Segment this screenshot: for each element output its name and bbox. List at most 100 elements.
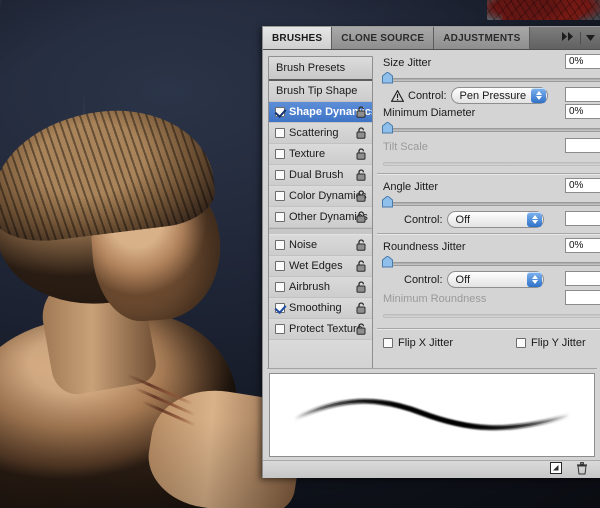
checkbox-other-dynamics[interactable] — [275, 212, 285, 222]
sidebar-item-airbrush[interactable]: Airbrush — [269, 277, 372, 298]
slider-track-disabled — [383, 314, 600, 318]
checkbox-wet-edges[interactable] — [275, 261, 285, 271]
sidebar-item-wet-edges[interactable]: Wet Edges — [269, 256, 372, 277]
roundness-control-field[interactable] — [565, 271, 600, 286]
open-padlock-icon[interactable] — [356, 169, 367, 181]
roundness-jitter-value[interactable]: 0% — [565, 238, 600, 253]
stepper-arrows-icon[interactable] — [526, 272, 542, 287]
size-control-field[interactable] — [565, 87, 600, 102]
checkbox-smoothing[interactable] — [275, 303, 285, 313]
checkbox-flip-x-jitter[interactable] — [383, 338, 393, 348]
minimum-roundness-label: Minimum Roundness — [383, 293, 487, 305]
open-padlock-icon[interactable] — [356, 148, 367, 160]
open-padlock-icon[interactable] — [356, 260, 367, 272]
panel-menu-icon[interactable] — [586, 33, 595, 44]
minimum-roundness-slider — [383, 308, 600, 321]
angle-jitter-value[interactable]: 0% — [565, 178, 600, 193]
size-jitter-control: Size Jitter 0% — [382, 54, 600, 85]
roundness-control-label: Control: — [404, 273, 443, 286]
section-divider — [377, 233, 600, 235]
angle-jitter-slider[interactable] — [382, 195, 600, 209]
slider-handle[interactable] — [382, 255, 393, 268]
checkbox-scattering[interactable] — [275, 128, 285, 138]
open-padlock-icon[interactable] — [356, 281, 367, 293]
minimum-diameter-value[interactable]: 0% — [565, 104, 600, 119]
roundness-control-value: Off — [455, 273, 471, 286]
section-divider — [377, 328, 600, 330]
stepper-arrows-icon[interactable] — [530, 88, 546, 103]
tilt-scale-value — [565, 138, 600, 153]
slider-handle[interactable] — [382, 195, 393, 208]
slider-track — [383, 202, 600, 206]
sidebar-item-scattering[interactable]: Scattering — [269, 123, 372, 144]
open-padlock-icon[interactable] — [356, 239, 367, 251]
brush-presets-label: Brush Presets — [276, 62, 346, 74]
sidebar-item-protect-texture[interactable]: Protect Texture — [269, 319, 372, 340]
slider-track — [383, 128, 600, 132]
size-jitter-value[interactable]: 0% — [565, 54, 600, 69]
checkbox-shape-dynamics[interactable] — [275, 107, 285, 117]
open-padlock-icon[interactable] — [356, 323, 367, 335]
sidebar-item-shape-dynamics[interactable]: Shape Dynamics — [269, 102, 372, 123]
open-padlock-icon[interactable] — [356, 106, 367, 118]
open-padlock-icon[interactable] — [356, 302, 367, 314]
size-jitter-slider[interactable] — [382, 71, 600, 85]
open-padlock-icon[interactable] — [356, 127, 367, 139]
slider-handle[interactable] — [382, 121, 393, 134]
checkbox-flip-y-jitter[interactable] — [516, 338, 527, 348]
warning-triangle-icon — [390, 89, 405, 102]
airbrush-label: Airbrush — [289, 281, 330, 293]
panel-tab-tools — [556, 27, 600, 49]
roundness-jitter-slider[interactable] — [382, 255, 600, 269]
flip-y-jitter-option[interactable]: Flip Y Jitter — [516, 337, 586, 349]
list-group-divider — [269, 228, 372, 235]
dual-brush-label: Dual Brush — [289, 169, 344, 181]
size-control-value: Pen Pressure — [459, 89, 527, 102]
brush-options-list: Brush Presets Brush Tip Shape Shape Dyna… — [268, 56, 373, 379]
preview-top-divider — [267, 368, 597, 369]
protect-texture-label: Protect Texture — [289, 323, 363, 335]
checkbox-protect-texture[interactable] — [275, 324, 285, 334]
sidebar-item-smoothing[interactable]: Smoothing — [269, 298, 372, 319]
open-padlock-icon[interactable] — [356, 211, 367, 223]
sidebar-item-noise[interactable]: Noise — [269, 235, 372, 256]
flip-x-jitter-option[interactable]: Flip X Jitter — [383, 337, 453, 349]
size-jitter-label: Size Jitter — [383, 57, 432, 69]
angle-control-field[interactable] — [565, 211, 600, 226]
tab-clone-source[interactable]: CLONE SOURCE — [332, 27, 435, 49]
size-control-label: Control: — [408, 89, 447, 102]
tab-clone-source-label: CLONE SOURCE — [341, 32, 425, 44]
sidebar-item-dual-brush[interactable]: Dual Brush — [269, 165, 372, 186]
slider-handle[interactable] — [382, 71, 393, 84]
brush-stroke-preview — [269, 373, 595, 457]
open-padlock-icon[interactable] — [356, 190, 367, 202]
brush-stroke-svg — [291, 398, 573, 431]
checkbox-dual-brush[interactable] — [275, 170, 285, 180]
angle-control-dropdown[interactable]: Off — [446, 211, 544, 228]
roundness-control-dropdown[interactable]: Off — [446, 271, 544, 288]
checkbox-texture[interactable] — [275, 149, 285, 159]
trash-icon[interactable] — [576, 461, 588, 478]
minimum-roundness-control: Minimum Roundness — [383, 290, 600, 321]
scattering-label: Scattering — [289, 127, 339, 139]
tab-brushes[interactable]: BRUSHES — [263, 27, 333, 49]
new-brush-icon[interactable] — [550, 462, 562, 477]
tab-adjustments[interactable]: ADJUSTMENTS — [434, 27, 531, 49]
checkbox-color-dynamics[interactable] — [275, 191, 285, 201]
sidebar-item-brush-presets[interactable]: Brush Presets — [269, 57, 372, 81]
sidebar-item-other-dynamics[interactable]: Other Dynamics — [269, 207, 372, 228]
double-right-arrow-icon[interactable] — [562, 32, 575, 44]
sidebar-item-texture[interactable]: Texture — [269, 144, 372, 165]
sidebar-item-color-dynamics[interactable]: Color Dynamics — [269, 186, 372, 207]
angle-control-row: Control: Off — [383, 210, 600, 229]
sidebar-item-brush-tip-shape[interactable]: Brush Tip Shape — [269, 81, 372, 102]
checkbox-noise[interactable] — [275, 240, 285, 250]
checkbox-airbrush[interactable] — [275, 282, 285, 292]
panel-tab-bar: BRUSHES CLONE SOURCE ADJUSTMENTS — [263, 27, 600, 50]
minimum-diameter-slider[interactable] — [382, 121, 600, 135]
brushes-panel: BRUSHES CLONE SOURCE ADJUSTMENTS Brush P… — [262, 26, 600, 478]
tilt-scale-control: Tilt Scale — [383, 138, 600, 169]
stepper-arrows-icon[interactable] — [526, 212, 542, 227]
tilt-scale-label: Tilt Scale — [383, 141, 428, 153]
size-control-dropdown[interactable]: Pen Pressure — [450, 87, 548, 104]
